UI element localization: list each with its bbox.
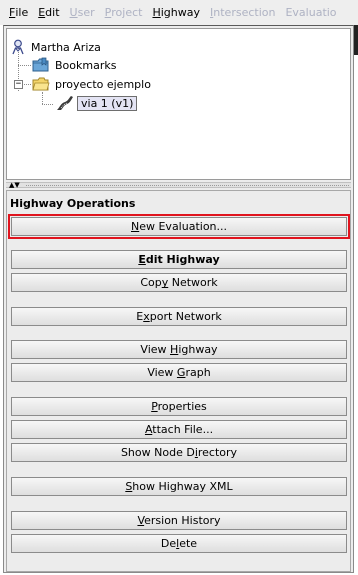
show-highway-xml-button[interactable]: Show Highway XML: [11, 477, 347, 496]
tree-connector: [18, 65, 31, 66]
project-tree[interactable]: Martha Ariza Bookmarks − proyecto ejempl…: [6, 28, 351, 180]
edit-highway-button[interactable]: Edit Highway: [11, 250, 347, 269]
tree-node-user[interactable]: Martha Ariza: [11, 38, 103, 56]
user-icon: [11, 39, 25, 55]
view-graph-button[interactable]: View Graph: [11, 363, 347, 382]
main-window: Martha Ariza Bookmarks − proyecto ejempl…: [3, 25, 354, 573]
tree-label-user: Martha Ariza: [31, 40, 101, 54]
new-evaluation-button[interactable]: New Evaluation...: [8, 214, 350, 239]
tree-node-highway[interactable]: via 1 (v1): [56, 94, 138, 112]
menu-edit[interactable]: Edit: [33, 6, 64, 19]
tree-label-highway: via 1 (v1): [77, 95, 138, 111]
menu-bar: File Edit User Project Highway Intersect…: [0, 0, 358, 25]
collapse-toggle[interactable]: −: [14, 80, 23, 89]
tree-connector: [42, 92, 43, 104]
panel-splitter[interactable]: ▲▼: [6, 181, 351, 189]
export-network-button[interactable]: Export Network: [11, 307, 347, 326]
tree-node-bookmarks[interactable]: Bookmarks: [32, 56, 118, 74]
version-history-button[interactable]: Version History: [11, 511, 347, 530]
menu-evaluation[interactable]: Evaluatio: [280, 6, 341, 19]
view-highway-button[interactable]: View Highway: [11, 340, 347, 359]
highway-road-icon: [56, 95, 74, 111]
menu-highway[interactable]: Highway: [147, 6, 205, 19]
tree-connector: [24, 84, 31, 85]
menu-project[interactable]: Project: [100, 6, 148, 19]
project-folder-icon: [32, 76, 50, 92]
menu-file[interactable]: File: [4, 6, 33, 19]
tree-node-project[interactable]: proyecto ejemplo: [32, 75, 153, 93]
splitter-grip: [26, 185, 349, 186]
tree-connector: [42, 104, 53, 105]
delete-button[interactable]: Delete: [11, 534, 347, 553]
bookmarks-folder-icon: [32, 57, 50, 73]
copy-network-button[interactable]: Copy Network: [11, 273, 347, 292]
properties-button[interactable]: Properties: [11, 397, 347, 416]
operations-title: Highway Operations: [10, 197, 136, 210]
tree-label-project: proyecto ejemplo: [55, 77, 151, 91]
menu-intersection[interactable]: Intersection: [205, 6, 280, 19]
scrollbar-edge: [354, 25, 358, 55]
split-arrows-icon[interactable]: ▲▼: [9, 181, 20, 189]
show-node-directory-button[interactable]: Show Node Directory: [11, 443, 347, 462]
attach-file-button[interactable]: Attach File...: [11, 420, 347, 439]
menu-user[interactable]: User: [65, 6, 100, 19]
tree-label-bookmarks: Bookmarks: [55, 58, 117, 72]
highway-operations-panel: Highway Operations New Evaluation... Edi…: [6, 190, 351, 572]
